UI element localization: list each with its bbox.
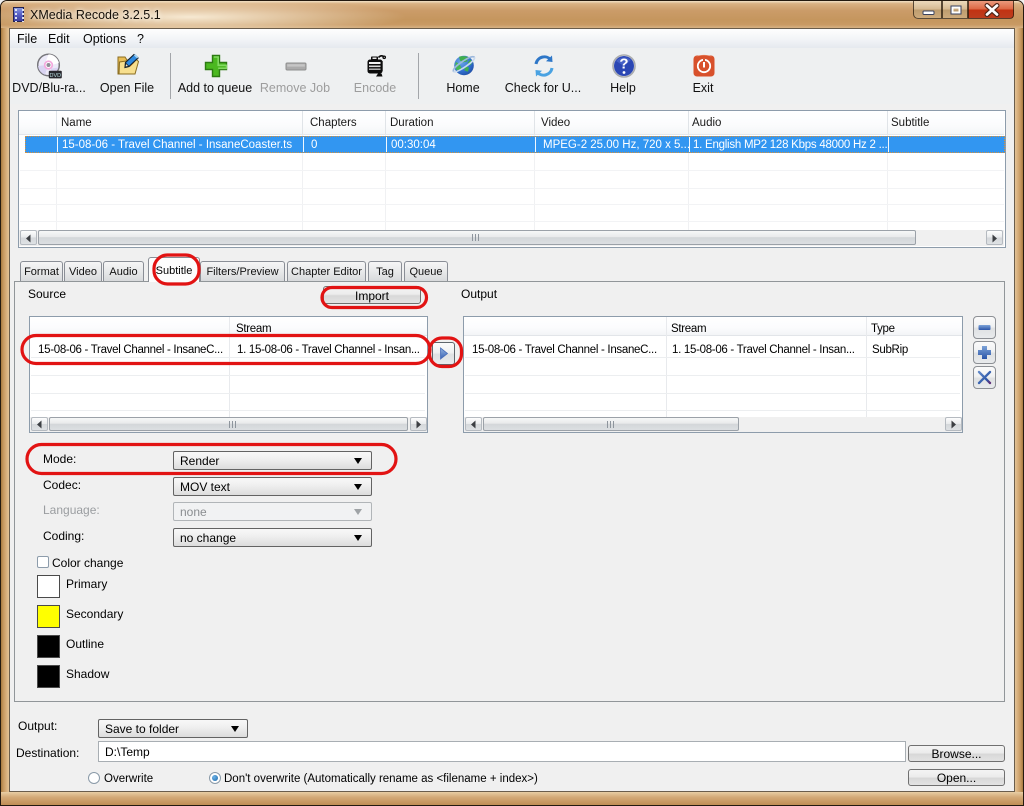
svg-text:?: ? [619,56,628,73]
svg-text:DVD: DVD [49,73,61,79]
